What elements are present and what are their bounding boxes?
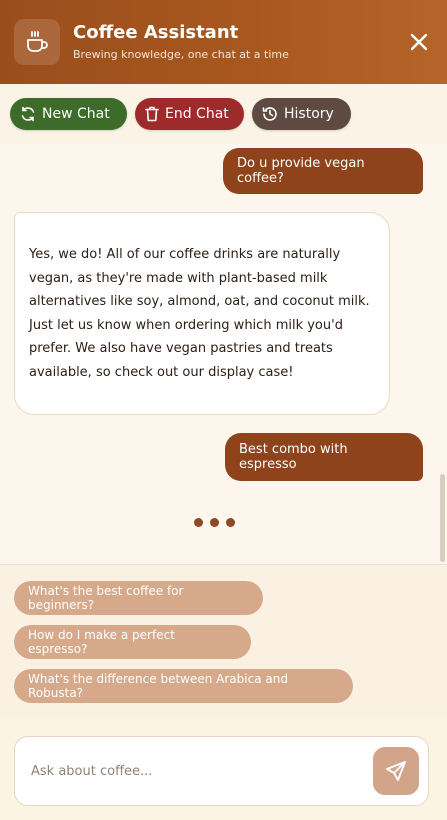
typing-indicator <box>194 518 235 527</box>
scrollbar-thumb[interactable] <box>440 474 445 562</box>
user-message: Best combo with espresso <box>225 433 423 481</box>
new-chat-label: New Chat <box>42 106 110 122</box>
chat-widget: Coffee Assistant Brewing knowledge, one … <box>0 0 447 820</box>
send-button[interactable] <box>373 747 419 795</box>
end-chat-button[interactable]: End Chat <box>135 98 244 130</box>
typing-dot <box>226 518 235 527</box>
message-input[interactable] <box>31 737 361 805</box>
user-message: Do u provide vegan coffee? <box>223 148 423 194</box>
message-input-box <box>14 736 429 806</box>
coffee-cup-icon <box>14 19 60 65</box>
history-button[interactable]: History <box>252 98 351 130</box>
new-chat-button[interactable]: New Chat <box>10 98 127 130</box>
header-titles: Coffee Assistant Brewing knowledge, one … <box>73 22 405 63</box>
send-icon <box>386 761 406 781</box>
suggestion-chip[interactable]: What's the best coffee for beginners? <box>14 581 263 615</box>
suggestion-chip[interactable]: What's the difference between Arabica an… <box>14 669 353 703</box>
assistant-message: Yes, we do! All of our coffee drinks are… <box>14 212 390 415</box>
history-icon <box>262 107 277 121</box>
app-title: Coffee Assistant <box>73 21 239 43</box>
trash-icon <box>145 106 159 122</box>
end-chat-label: End Chat <box>165 106 229 122</box>
typing-dot <box>210 518 219 527</box>
composer <box>0 716 447 820</box>
history-label: History <box>284 106 334 122</box>
action-bar: New Chat End Chat History <box>0 84 447 144</box>
message-list[interactable]: Do u provide vegan coffee? Yes, we do! A… <box>0 144 447 564</box>
typing-dot <box>194 518 203 527</box>
close-button[interactable] <box>405 28 433 56</box>
app-subtitle: Brewing knowledge, one chat at a time <box>73 47 289 61</box>
close-icon <box>410 33 428 51</box>
chat-header: Coffee Assistant Brewing knowledge, one … <box>0 0 447 84</box>
suggestion-list: What's the best coffee for beginners? Ho… <box>0 564 447 716</box>
suggestion-chip[interactable]: How do I make a perfect espresso? <box>14 625 251 659</box>
refresh-icon <box>21 106 35 122</box>
